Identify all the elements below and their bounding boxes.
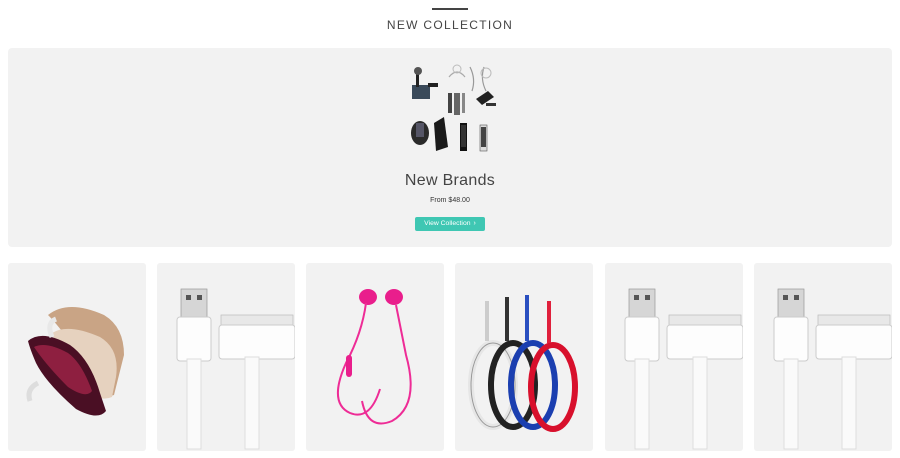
product-card-cables[interactable] [455, 263, 593, 451]
banner-title: New Brands [404, 172, 496, 189]
banner-price: From $48.00 [430, 197, 470, 204]
product-card-usb-cable[interactable] [605, 263, 743, 451]
view-collection-label: View Collection [424, 220, 471, 227]
section-header: NEW COLLECTION [0, 0, 900, 48]
product-card-usb-cable[interactable] [157, 263, 295, 451]
arrow-right-icon: › [473, 220, 476, 227]
usb-dock-cable-image [773, 288, 892, 450]
bluetooth-headset-image [26, 307, 124, 416]
pink-earphones-image [337, 289, 412, 425]
product-card-earphones[interactable] [306, 263, 444, 451]
product-card-headset[interactable] [8, 263, 146, 451]
section-title: NEW COLLECTION [386, 18, 514, 32]
colored-cables-image [468, 295, 578, 432]
collection-banner[interactable]: New Brands From $48.00 View Collection › [8, 48, 892, 247]
usb-dock-cable-image [624, 288, 743, 450]
accessories-collage-image [411, 64, 496, 152]
product-card-usb-cable[interactable] [754, 263, 892, 451]
usb-dock-cable-image [176, 288, 295, 450]
view-collection-button[interactable]: View Collection › [415, 217, 485, 231]
title-divider [432, 8, 468, 10]
